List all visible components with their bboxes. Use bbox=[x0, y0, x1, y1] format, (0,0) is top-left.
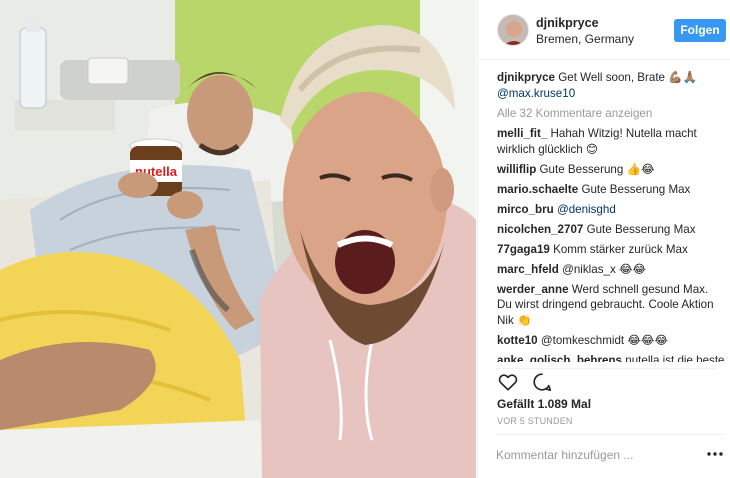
comment-username[interactable]: mirco_bru bbox=[497, 203, 554, 216]
post-photo[interactable]: nutella bbox=[0, 0, 476, 478]
comment-username[interactable]: 77gaga19 bbox=[497, 243, 550, 256]
post-location[interactable]: Bremen, Germany bbox=[536, 32, 634, 46]
post-header: djnikpryce Bremen, Germany Folgen bbox=[478, 0, 730, 60]
comment-text: Gute Besserung Max bbox=[586, 222, 696, 236]
comment-username[interactable]: williflip bbox=[497, 163, 536, 176]
add-comment-bar: Kommentar hinzufügen ... bbox=[496, 434, 724, 472]
list-item: melli_fit_ Hahah Witzig! Nutella macht w… bbox=[497, 126, 725, 157]
comment-username[interactable]: kotte10 bbox=[497, 334, 538, 347]
comment-username[interactable]: anke_golisch_behrens bbox=[497, 354, 622, 363]
list-item: 77gaga19 Komm stärker zurück Max bbox=[497, 242, 725, 258]
comment-text: @tomkeschmidt 😂😂😂 bbox=[540, 333, 668, 347]
comment-username[interactable]: melli_fit_ bbox=[497, 127, 547, 140]
comment-username[interactable]: mario.schaelte bbox=[497, 183, 578, 196]
list-item: marc_hfeld @niklas_x 😂😂 bbox=[497, 262, 725, 278]
comment-icon[interactable] bbox=[531, 371, 553, 393]
comment-username[interactable]: marc_hfeld bbox=[497, 263, 559, 276]
list-item: nicolchen_2707 Gute Besserung Max bbox=[497, 222, 725, 238]
caption-emoji: 💪🏽🙏🏽 bbox=[668, 71, 698, 84]
timestamp: VOR 5 STUNDEN bbox=[497, 416, 573, 426]
list-item: mario.schaelte Gute Besserung Max bbox=[497, 182, 725, 198]
comment-mention[interactable]: @denisghd bbox=[557, 203, 616, 216]
list-item: werder_anne Werd schnell gesund Max. Du … bbox=[497, 282, 725, 329]
comment-username[interactable]: nicolchen_2707 bbox=[497, 223, 583, 236]
avatar-image bbox=[498, 15, 528, 45]
selfie-photo: nutella bbox=[0, 0, 476, 478]
comment-text: Gute Besserung 👍😂 bbox=[539, 162, 655, 176]
view-all-comments-link[interactable]: Alle 32 Kommentare anzeigen bbox=[497, 106, 725, 122]
comment-list: djnikpryce Get Well soon, Brate 💪🏽🙏🏽 @ma… bbox=[497, 70, 725, 362]
like-count[interactable]: Gefällt 1.089 Mal bbox=[497, 397, 591, 411]
comment-text: @niklas_x 😂😂 bbox=[562, 262, 647, 276]
comment-text: Komm stärker zurück Max bbox=[553, 242, 688, 256]
post-sidebar: djnikpryce Bremen, Germany Folgen djnikp… bbox=[477, 0, 730, 478]
comment-text: Gute Besserung Max bbox=[581, 182, 691, 196]
post-username[interactable]: djnikpryce bbox=[536, 16, 599, 30]
more-options-icon[interactable] bbox=[706, 445, 724, 463]
list-item: anke_golisch_behrens nutella ist die bes… bbox=[497, 353, 725, 363]
caption-username[interactable]: djnikpryce bbox=[497, 71, 555, 84]
caption-text: Get Well soon, Brate bbox=[558, 71, 665, 84]
follow-button[interactable]: Folgen bbox=[674, 19, 726, 42]
caption-mention[interactable]: @max.kruse10 bbox=[497, 87, 575, 100]
heart-icon[interactable] bbox=[497, 371, 519, 393]
list-item: kotte10 @tomkeschmidt 😂😂😂 bbox=[497, 333, 725, 349]
comment-input[interactable]: Kommentar hinzufügen ... bbox=[496, 448, 633, 462]
comment-username[interactable]: werder_anne bbox=[497, 283, 569, 296]
caption: djnikpryce Get Well soon, Brate 💪🏽🙏🏽 @ma… bbox=[497, 70, 725, 101]
action-bar bbox=[496, 368, 716, 394]
avatar[interactable] bbox=[497, 14, 529, 46]
list-item: williflip Gute Besserung 👍😂 bbox=[497, 162, 725, 178]
list-item: mirco_bru @denisghd bbox=[497, 202, 725, 218]
